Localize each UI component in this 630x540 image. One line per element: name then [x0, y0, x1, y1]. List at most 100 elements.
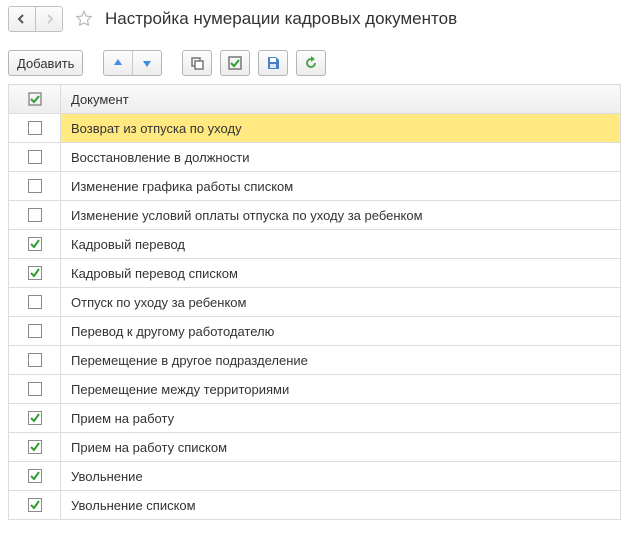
- table-row[interactable]: Кадровый перевод списком: [9, 259, 621, 288]
- row-document-cell[interactable]: Возврат из отпуска по уходу: [61, 114, 621, 143]
- row-document-cell[interactable]: Отпуск по уходу за ребенком: [61, 288, 621, 317]
- move-group: [103, 50, 162, 76]
- row-document-cell[interactable]: Перемещение в другое подразделение: [61, 346, 621, 375]
- header-document-label: Документ: [71, 92, 129, 107]
- table-row[interactable]: Возврат из отпуска по уходу: [9, 114, 621, 143]
- forward-button[interactable]: [35, 7, 62, 31]
- table-header-row: Документ: [9, 85, 621, 114]
- copy-button[interactable]: [182, 50, 212, 76]
- checkmark-icon: [29, 267, 41, 279]
- page-title: Настройка нумерации кадровых документов: [105, 9, 457, 29]
- check-all-icon: [227, 55, 243, 71]
- row-check-cell[interactable]: [9, 259, 61, 288]
- arrow-left-icon: [16, 13, 28, 25]
- table-row[interactable]: Изменение графика работы списком: [9, 172, 621, 201]
- table-row[interactable]: Перемещение между территориями: [9, 375, 621, 404]
- add-button[interactable]: Добавить: [8, 50, 83, 76]
- row-document-cell[interactable]: Восстановление в должности: [61, 143, 621, 172]
- row-document-cell[interactable]: Кадровый перевод списком: [61, 259, 621, 288]
- nav-group: [8, 6, 63, 32]
- row-document-name: Перевод к другому работодателю: [71, 324, 274, 339]
- row-check-cell[interactable]: [9, 201, 61, 230]
- row-document-name: Прием на работу: [71, 411, 174, 426]
- row-document-name: Кадровый перевод списком: [71, 266, 238, 281]
- table-row[interactable]: Перевод к другому работодателю: [9, 317, 621, 346]
- checkmark-icon: [29, 412, 41, 424]
- row-document-name: Увольнение: [71, 469, 143, 484]
- select-all-button[interactable]: [220, 50, 250, 76]
- row-check-cell[interactable]: [9, 462, 61, 491]
- row-checkbox[interactable]: [28, 150, 42, 164]
- row-document-name: Восстановление в должности: [71, 150, 250, 165]
- row-check-cell[interactable]: [9, 317, 61, 346]
- checkmark-icon: [29, 499, 41, 511]
- row-document-name: Прием на работу списком: [71, 440, 227, 455]
- arrow-down-icon: [140, 56, 154, 70]
- row-checkbox[interactable]: [28, 208, 42, 222]
- row-checkbox[interactable]: [28, 382, 42, 396]
- row-check-cell[interactable]: [9, 288, 61, 317]
- move-down-button[interactable]: [132, 51, 161, 75]
- row-document-name: Изменение условий оплаты отпуска по уход…: [71, 208, 423, 223]
- header-check-cell[interactable]: [9, 85, 61, 114]
- row-document-cell[interactable]: Изменение условий оплаты отпуска по уход…: [61, 201, 621, 230]
- row-checkbox[interactable]: [28, 295, 42, 309]
- row-checkbox[interactable]: [28, 266, 42, 280]
- row-document-name: Возврат из отпуска по уходу: [71, 121, 242, 136]
- favorite-button[interactable]: [73, 8, 95, 30]
- row-document-name: Изменение графика работы списком: [71, 179, 293, 194]
- row-document-name: Кадровый перевод: [71, 237, 185, 252]
- move-up-button[interactable]: [104, 51, 132, 75]
- row-check-cell[interactable]: [9, 433, 61, 462]
- row-document-cell[interactable]: Прием на работу: [61, 404, 621, 433]
- row-checkbox[interactable]: [28, 440, 42, 454]
- table-row[interactable]: Увольнение списком: [9, 491, 621, 520]
- table-row[interactable]: Перемещение в другое подразделение: [9, 346, 621, 375]
- row-document-cell[interactable]: Прием на работу списком: [61, 433, 621, 462]
- table-row[interactable]: Прием на работу: [9, 404, 621, 433]
- row-document-cell[interactable]: Кадровый перевод: [61, 230, 621, 259]
- row-document-name: Отпуск по уходу за ребенком: [71, 295, 246, 310]
- table-row[interactable]: Отпуск по уходу за ребенком: [9, 288, 621, 317]
- title-bar: Настройка нумерации кадровых документов: [8, 6, 622, 32]
- table-row[interactable]: Восстановление в должности: [9, 143, 621, 172]
- row-checkbox[interactable]: [28, 121, 42, 135]
- row-check-cell[interactable]: [9, 114, 61, 143]
- row-document-name: Перемещение в другое подразделение: [71, 353, 308, 368]
- table-row[interactable]: Прием на работу списком: [9, 433, 621, 462]
- add-button-label: Добавить: [17, 56, 74, 71]
- save-button[interactable]: [258, 50, 288, 76]
- row-checkbox[interactable]: [28, 324, 42, 338]
- row-document-cell[interactable]: Увольнение: [61, 462, 621, 491]
- row-check-cell[interactable]: [9, 230, 61, 259]
- row-document-cell[interactable]: Перемещение между территориями: [61, 375, 621, 404]
- row-checkbox[interactable]: [28, 411, 42, 425]
- row-checkbox[interactable]: [28, 179, 42, 193]
- arrow-right-icon: [43, 13, 55, 25]
- checkmark-icon: [29, 470, 41, 482]
- header-document-cell[interactable]: Документ: [61, 85, 621, 114]
- table-row[interactable]: Увольнение: [9, 462, 621, 491]
- row-check-cell[interactable]: [9, 143, 61, 172]
- row-document-cell[interactable]: Перевод к другому работодателю: [61, 317, 621, 346]
- row-checkbox[interactable]: [28, 469, 42, 483]
- row-check-cell[interactable]: [9, 346, 61, 375]
- row-checkbox[interactable]: [28, 353, 42, 367]
- row-check-cell[interactable]: [9, 404, 61, 433]
- row-check-cell[interactable]: [9, 375, 61, 404]
- table-row[interactable]: Кадровый перевод: [9, 230, 621, 259]
- row-checkbox[interactable]: [28, 498, 42, 512]
- row-check-cell[interactable]: [9, 172, 61, 201]
- star-icon: [74, 9, 94, 29]
- documents-table: Документ Возврат из отпуска по уходу Восс…: [8, 84, 621, 520]
- table-row[interactable]: Изменение условий оплаты отпуска по уход…: [9, 201, 621, 230]
- row-document-cell[interactable]: Увольнение списком: [61, 491, 621, 520]
- row-check-cell[interactable]: [9, 491, 61, 520]
- row-document-cell[interactable]: Изменение графика работы списком: [61, 172, 621, 201]
- checkmark-icon: [29, 238, 41, 250]
- copy-icon: [189, 55, 205, 71]
- refresh-button[interactable]: [296, 50, 326, 76]
- back-button[interactable]: [9, 7, 35, 31]
- row-checkbox[interactable]: [28, 237, 42, 251]
- toolbar: Добавить: [8, 50, 622, 76]
